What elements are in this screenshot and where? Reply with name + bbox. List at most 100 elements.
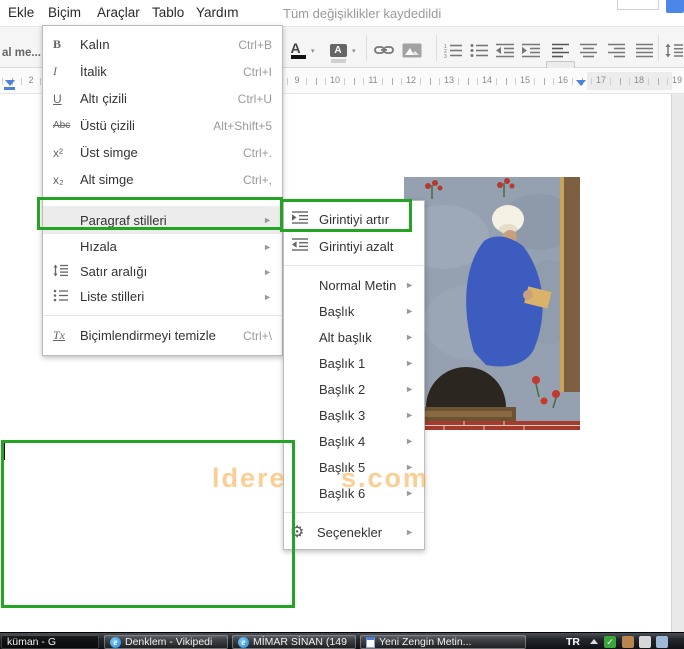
bulleted-list-button[interactable] — [467, 40, 491, 60]
ruler-number: 19 — [671, 75, 683, 85]
menu-item-italic[interactable]: I İtalik Ctrl+I — [43, 58, 282, 85]
submenu-item-options[interactable]: ⚙ Seçenekler ► — [284, 519, 424, 545]
menu-item-subscript[interactable]: x₂ Alt simge Ctrl+, — [43, 166, 282, 193]
menu-item-line-spacing[interactable]: Satır aralığı ► — [43, 259, 282, 284]
toolbar-separator — [436, 35, 437, 61]
align-center-button[interactable] — [577, 40, 601, 60]
toolbar-separator — [658, 35, 659, 61]
menu-item-superscript[interactable]: x² Üst simge Ctrl+. — [43, 139, 282, 166]
site-watermark: ldere — [212, 463, 287, 493]
highlight-color-button[interactable]: A — [326, 40, 350, 63]
menu-item-list-styles[interactable]: Liste stilleri ► — [43, 284, 282, 309]
submenu-item-increase-indent[interactable]: Girintiyi artır — [284, 205, 424, 233]
first-line-indent-marker[interactable] — [5, 80, 15, 86]
tray-volume-icon[interactable] — [639, 636, 651, 648]
ruler-number: 18 — [633, 75, 645, 85]
submenu-arrow-icon: ► — [263, 291, 272, 302]
taskbar-item-wordpad[interactable]: Yeni Zengin Metin... — [360, 635, 526, 649]
taskbar-item-denklem[interactable]: e Denklem - Vikipedi — [104, 635, 228, 649]
menu-separator — [284, 265, 424, 266]
internet-explorer-icon: e — [110, 636, 121, 648]
tray-network-icon[interactable] — [656, 636, 668, 648]
menu-item-underline[interactable]: U Altı çizili Ctrl+U — [43, 85, 282, 112]
menu-item-bold[interactable]: B Kalın Ctrl+B — [43, 31, 282, 58]
paragraph-style-dropdown[interactable]: al me... — [2, 47, 41, 59]
ruler-number: 15 — [519, 75, 531, 85]
tray-expand-arrow-icon[interactable] — [590, 639, 598, 644]
left-indent-marker[interactable] — [4, 87, 15, 90]
submenu-item-heading1[interactable]: Başlık 1 ► — [284, 350, 424, 376]
menu-separator — [43, 315, 282, 316]
toolbar-separator — [366, 35, 367, 61]
highlight-caret-icon[interactable]: ▾ — [352, 47, 356, 55]
save-status: Tüm değişiklikler kaydedildi — [283, 6, 442, 21]
google-docs-window: Ekle Biçim Araçlar Tablo Yardım Tüm deği… — [0, 0, 684, 649]
submenu-item-subtitle[interactable]: Alt başlık ► — [284, 324, 424, 350]
ruler-number: 17 — [595, 75, 607, 85]
submenu-item-title[interactable]: Başlık ► — [284, 298, 424, 324]
highlight-color-icon: A — [329, 44, 347, 57]
tray-device-icon[interactable] — [622, 636, 634, 648]
menu-item-align[interactable]: Hızala ► — [43, 234, 282, 259]
justify-button[interactable] — [633, 40, 657, 60]
align-right-button[interactable] — [605, 40, 629, 60]
increase-indent-icon — [292, 211, 319, 227]
menu-yardim[interactable]: Yardım — [196, 5, 239, 20]
decrease-indent-icon — [495, 43, 514, 57]
submenu-item-decrease-indent[interactable]: Girintiyi azalt — [284, 233, 424, 259]
image-icon — [402, 43, 422, 57]
decrease-indent-button[interactable] — [493, 40, 517, 60]
submenu-item-normal-text[interactable]: Normal Metin ► — [284, 272, 424, 298]
strikethrough-icon: Abc — [53, 120, 71, 131]
menu-item-clear-formatting[interactable]: Tx Biçimlendirmeyi temizle Ctrl+\ — [43, 322, 282, 349]
taskbar-item-document[interactable]: küman - G — [1, 635, 99, 649]
ruler-number: 12 — [405, 75, 417, 85]
menu-tablo[interactable]: Tablo — [152, 5, 184, 20]
text-color-button[interactable]: A — [286, 40, 310, 60]
gear-icon: ⚙ — [290, 524, 305, 541]
menu-item-paragraph-styles[interactable]: Paragraf stilleri ► — [43, 206, 282, 234]
align-left-icon — [552, 43, 569, 57]
submenu-arrow-icon: ► — [405, 358, 414, 368]
numbered-list-button[interactable]: 123 — [441, 40, 465, 60]
text-color-caret-icon[interactable]: ▾ — [311, 47, 315, 55]
internet-explorer-icon: e — [238, 636, 249, 648]
document-image[interactable] — [399, 177, 581, 430]
submenu-item-heading4[interactable]: Başlık 4 ► — [284, 428, 424, 454]
underline-icon: U — [53, 91, 62, 106]
align-center-icon — [580, 43, 597, 57]
submenu-item-heading2[interactable]: Başlık 2 ► — [284, 376, 424, 402]
menu-separator — [284, 512, 424, 513]
line-spacing-menu-icon — [53, 264, 80, 280]
insert-image-button[interactable] — [400, 40, 424, 60]
submenu-arrow-icon: ► — [405, 384, 414, 394]
submenu-arrow-icon: ► — [263, 215, 272, 225]
ruler-number: 11 — [368, 75, 378, 85]
ruler-number: 9 — [294, 75, 300, 85]
line-spacing-button[interactable] — [662, 40, 684, 60]
text-cursor — [4, 443, 5, 460]
menu-item-strikethrough[interactable]: Abc Üstü çizili Alt+Shift+5 — [43, 112, 282, 139]
clear-formatting-icon: Tx — [53, 328, 65, 342]
submenu-arrow-icon: ► — [405, 436, 414, 446]
line-spacing-icon — [665, 43, 683, 57]
ruler-number: 2 — [28, 75, 34, 85]
menu-bicim[interactable]: Biçim — [48, 5, 81, 20]
justify-icon — [636, 43, 653, 57]
right-indent-marker[interactable] — [576, 80, 586, 86]
submenu-arrow-icon: ► — [405, 280, 414, 290]
submenu-item-heading3[interactable]: Başlık 3 ► — [284, 402, 424, 428]
taskbar-item-mimar-sinan[interactable]: e MİMAR SİNAN (149 — [232, 635, 356, 649]
align-left-button[interactable] — [549, 40, 573, 60]
menu-araclar[interactable]: Araçlar — [97, 5, 140, 20]
superscript-icon: x² — [53, 145, 63, 160]
menu-ekle[interactable]: Ekle — [8, 5, 34, 20]
insert-link-button[interactable] — [372, 40, 396, 60]
subscript-icon: x₂ — [53, 172, 64, 187]
align-right-icon — [608, 43, 625, 57]
increase-indent-button[interactable] — [519, 40, 543, 60]
share-button-fragment[interactable] — [666, 0, 684, 13]
bulleted-list-icon — [470, 43, 488, 57]
language-indicator[interactable]: TR — [566, 636, 580, 648]
tray-status-check-icon[interactable]: ✓ — [604, 636, 616, 648]
